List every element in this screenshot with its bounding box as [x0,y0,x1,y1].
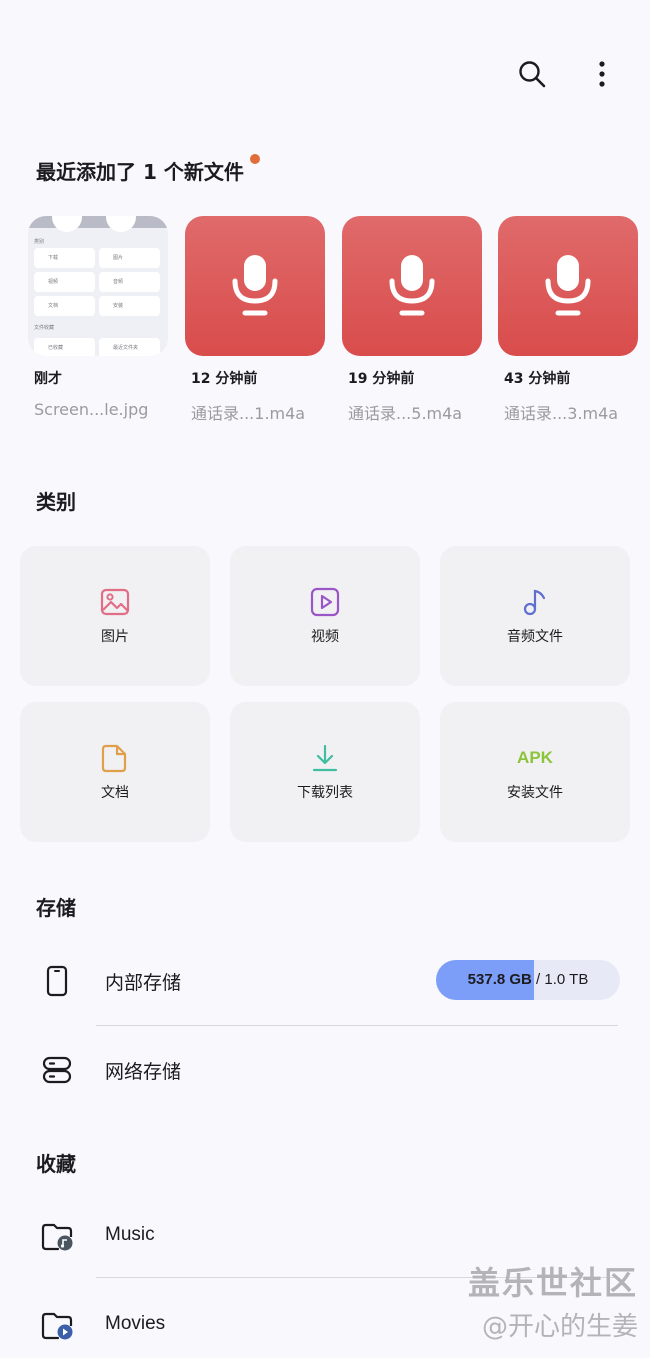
recent-file-name: 通话录...5.m4a [348,404,463,423]
server-icon [40,1053,74,1087]
watermark-author: @开心的生姜 [481,1312,638,1342]
recent-file-name: 通话录...1.m4a [191,404,306,423]
audio-thumbnail [342,216,482,356]
recent-files-row: 类别 下载 图片 视频 音频 文档 安装 文件收藏 已收藏 最近文件夹 刚才 S… [28,216,648,426]
phone-icon [40,964,74,998]
video-icon [309,586,341,618]
toolbar [514,56,620,92]
storage-used: 537.8 GB [467,971,532,988]
recent-file-item[interactable]: 类别 下载 图片 视频 音频 文档 安装 文件收藏 已收藏 最近文件夹 刚才 S… [28,216,168,419]
storage-usage-bar: 537.8 GB / 1.0 TB [436,960,620,1000]
microphone-icon [389,255,435,316]
apk-icon: APK [517,748,553,767]
preview-footer-label: 文件收藏 [34,325,55,331]
more-vert-icon[interactable] [584,56,620,92]
category-images[interactable]: 图片 [20,546,210,686]
new-badge-dot [250,154,260,164]
category-videos[interactable]: 视频 [230,546,420,686]
recent-file-item[interactable]: 19 分钟前 通话录...5.m4a [342,216,482,424]
microphone-icon [545,255,591,316]
recent-file-name: Screen...le.jpg [34,400,149,419]
category-audio[interactable]: 音频文件 [440,546,630,686]
microphone-icon [232,255,278,316]
storage-separator: / [531,971,545,988]
audio-thumbnail [185,216,325,356]
storage-title: 存储 [36,896,76,920]
favorite-item[interactable]: Music [0,1206,650,1266]
divider [96,1025,618,1026]
recent-file-name: 通话录...3.m4a [504,404,619,423]
category-label: 图片 [101,629,129,645]
recent-file-item[interactable]: 43 分钟前 通话录...3.m4a [498,216,638,424]
category-apk[interactable]: APK 安装文件 [440,702,630,842]
download-icon [309,742,341,774]
category-label: 文档 [101,785,129,801]
audio-thumbnail [498,216,638,356]
music-note-icon [519,586,551,618]
search-icon[interactable] [514,56,550,92]
category-downloads[interactable]: 下载列表 [230,702,420,842]
screenshot-thumbnail: 类别 下载 图片 视频 音频 文档 安装 文件收藏 已收藏 最近文件夹 [28,216,168,356]
favorite-label: Movies [105,1313,166,1334]
category-label: 下载列表 [297,785,353,801]
favorite-label: Music [105,1224,155,1245]
watermark-community: 盖乐世社区 [467,1264,638,1302]
internal-storage-label: 内部存储 [105,973,182,994]
category-documents[interactable]: 文档 [20,702,210,842]
recent-file-time: 刚才 [34,371,62,387]
document-icon [99,742,131,774]
recent-file-time: 43 分钟前 [504,371,571,387]
storage-total: 1.0 TB [544,971,589,988]
favorites-title: 收藏 [36,1152,76,1176]
network-storage-label: 网络存储 [105,1062,182,1083]
preview-section-label: 类别 [34,239,45,245]
category-label: 音频文件 [507,629,563,645]
music-folder-icon [40,1220,74,1254]
image-icon [99,586,131,618]
category-label: 安装文件 [507,785,563,801]
category-label: 视频 [311,629,339,645]
network-storage-row[interactable]: 网络存储 [0,1039,650,1099]
recent-files-title: 最近添加了 1 个新文件 [36,160,244,184]
recent-file-time: 12 分钟前 [191,371,258,387]
preview-status-strip [28,216,168,228]
categories-title: 类别 [36,490,76,514]
recent-file-time: 19 分钟前 [348,371,415,387]
movies-folder-icon [40,1309,74,1343]
recent-file-item[interactable]: 12 分钟前 通话录...1.m4a [185,216,325,424]
